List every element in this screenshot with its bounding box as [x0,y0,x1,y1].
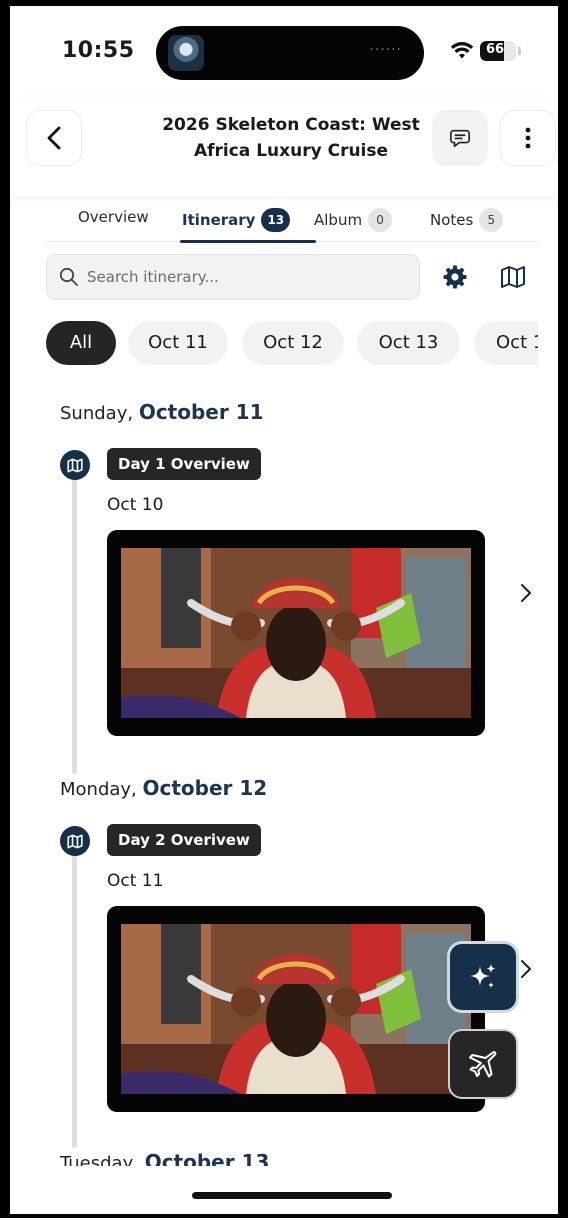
tab-label: Notes [430,211,474,229]
map-icon [501,266,525,288]
dynamic-island: ······ [156,26,424,80]
tab-count-badge: 0 [368,208,393,232]
map-button[interactable] [496,260,530,294]
timeline-line [72,476,77,774]
phone-screen: 10:55 ······ 66 2026 Skeleton Coast: Wes… [10,6,558,1214]
day-heading: Sunday, October 11 [60,400,264,424]
chat-button[interactable] [432,110,488,166]
day-photo-card[interactable] [107,906,485,1112]
chip-oct-14[interactable]: Oct 1 [474,321,538,365]
airplane-icon [469,1051,497,1078]
tab-notes[interactable]: Notes 5 [430,208,504,232]
status-bar: 10:55 ······ 66 [10,6,558,98]
day-weekday: Monday, [60,779,137,800]
tab-overview[interactable]: Overview [78,208,149,226]
day-tag[interactable]: Day 2 Overivew [107,824,261,856]
battery-percentage: 66 [485,42,505,57]
wifi-icon [450,42,474,59]
now-playing-artwork [168,35,204,71]
chip-all[interactable]: All [46,321,116,365]
sparkle-icon [470,964,496,988]
back-button[interactable] [26,110,82,166]
day-weekday: Tuesday, [60,1153,139,1166]
tab-label: Overview [78,208,149,226]
chip-oct-12[interactable]: Oct 12 [242,321,344,365]
chevron-right-icon[interactable] [518,582,534,604]
map-icon [67,834,83,848]
chevron-left-icon [47,126,61,150]
tab-album[interactable]: Album 0 [314,208,393,232]
battery-tip [518,47,521,55]
settings-icon [443,265,467,289]
trip-tabs: Overview Itinerary 13 Album 0 Notes 5 [46,196,538,243]
tab-count-badge: 5 [479,208,504,232]
day-heading: Tuesday, October 13 [60,1150,269,1166]
chip-oct-11[interactable]: Oct 11 [128,321,228,365]
trip-header: 2026 Skeleton Coast: West Africa Luxury … [10,98,558,196]
chat-icon [450,129,470,148]
day-date: October 11 [138,400,264,424]
status-time: 10:55 [62,38,135,63]
ai-assistant-button[interactable] [450,944,516,1010]
chip-oct-13[interactable]: Oct 13 [357,321,460,365]
chevron-right-icon[interactable] [518,958,534,980]
map-icon [67,458,83,472]
tribal-headdress-photo [121,548,471,718]
day-date: October 13 [144,1150,270,1166]
day-sub-date: Oct 11 [107,871,164,891]
tab-label: Itinerary [182,211,256,229]
day-tag[interactable]: Day 1 Overview [107,448,261,480]
tab-label: Album [314,211,363,229]
timeline-line [72,852,77,1148]
home-indicator [192,1192,392,1199]
date-filter-chips: All Oct 11 Oct 12 Oct 13 Oct 1 [46,321,538,365]
tribal-headdress-photo [121,924,471,1094]
day-marker [60,826,90,856]
day-date: October 12 [142,776,268,800]
active-tab-indicator [180,240,316,243]
day-marker [60,450,90,480]
search-icon [59,267,78,286]
day-heading: Monday, October 12 [60,776,267,800]
day-sub-date: Oct 10 [107,495,164,515]
trip-title: 2026 Skeleton Coast: West Africa Luxury … [162,115,420,161]
more-vertical-icon [525,127,531,149]
day-photo-card[interactable] [107,530,485,736]
audio-dots-icon: ······ [369,42,402,58]
day-weekday: Sunday, [60,403,134,424]
search-bar[interactable] [46,254,420,300]
search-input[interactable] [87,268,387,286]
settings-button[interactable] [438,260,472,294]
add-flight-button[interactable] [450,1031,516,1097]
tab-count-badge: 13 [261,208,291,232]
battery-icon: 66 [480,41,516,61]
more-options-button[interactable] [500,110,556,166]
tab-itinerary[interactable]: Itinerary 13 [182,208,291,232]
